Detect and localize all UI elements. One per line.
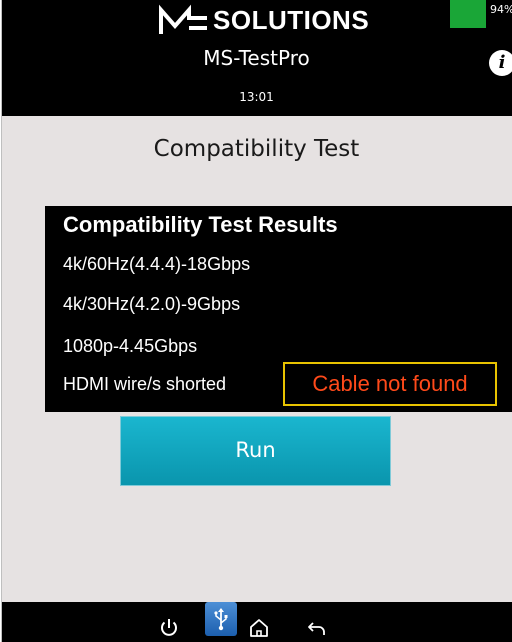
bottom-nav-bar <box>1 602 512 642</box>
usb-icon[interactable] <box>205 602 237 636</box>
back-arrow-icon[interactable] <box>301 612 333 642</box>
device-model-name: MS-TestPro <box>203 46 310 70</box>
device-screen: SOLUTIONS MS-TestPro 13:01 94% i Compati… <box>1 0 512 642</box>
power-icon[interactable] <box>153 612 185 642</box>
result-line: HDMI wire/s shorted <box>63 374 227 394</box>
ms-logo-mark <box>159 4 207 34</box>
result-line: 4k/60Hz(4.4.4)-18Gbps <box>63 254 251 274</box>
home-icon-glyph <box>250 619 268 637</box>
app-header: SOLUTIONS MS-TestPro 13:01 94% i <box>1 0 512 116</box>
run-button[interactable]: Run <box>120 416 391 486</box>
home-icon[interactable] <box>243 612 275 642</box>
page-title: Compatibility Test <box>153 136 360 162</box>
logo-text: SOLUTIONS <box>213 5 370 35</box>
usb-icon-glyph <box>214 608 228 631</box>
battery-indicator <box>450 0 486 28</box>
back-arrow-icon-glyph <box>308 622 325 635</box>
power-icon-glyph <box>161 619 177 636</box>
result-line: 4k/30Hz(4.2.0)-9Gbps <box>63 294 241 314</box>
result-line: 1080p-4.45Gbps <box>63 336 198 356</box>
clock: 13:01 <box>239 90 274 104</box>
screen-edge <box>1 0 2 642</box>
results-heading: Compatibility Test Results <box>63 212 338 237</box>
logo: SOLUTIONS <box>159 4 369 38</box>
results-panel: Compatibility Test Results 4k/60Hz(4.4.4… <box>45 206 512 412</box>
info-icon[interactable]: i <box>489 50 512 76</box>
cable-status-badge: Cable not found <box>283 362 497 406</box>
battery-percent: 94% <box>490 3 512 16</box>
